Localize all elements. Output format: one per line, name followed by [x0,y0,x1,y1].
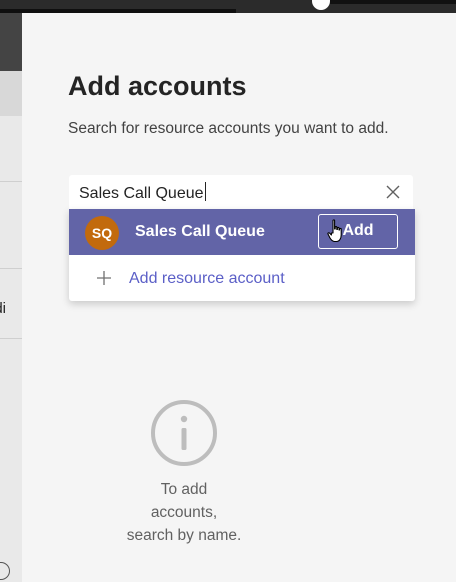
add-resource-account-button[interactable]: Add resource account [69,255,415,301]
add-accounts-panel: Add accounts Search for resource account… [22,13,456,582]
page-subtitle: Search for resource accounts you want to… [68,120,389,137]
result-name: Sales Call Queue [135,223,265,240]
search-result-item[interactable]: SQ Sales Call Queue Add [69,209,415,255]
hand-cursor-icon [327,219,342,243]
search-input[interactable]: Sales Call Queue [69,175,413,209]
text-caret [204,182,206,201]
add-resource-label: Add resource account [129,270,285,287]
empty-state-line: To add [160,481,208,498]
slider-knob[interactable] [312,0,330,10]
close-icon[interactable] [385,184,401,200]
avatar: SQ [85,216,119,250]
page-title: Add accounts [68,71,247,101]
search-results-dropdown: SQ Sales Call Queue Add Add resource acc… [69,209,415,301]
top-bar [0,0,456,13]
background-divider [0,268,22,269]
info-icon [151,400,217,466]
background-header [0,13,22,71]
background-row [0,71,22,116]
background-clipped-text: ddi [0,300,7,317]
background-page: ddi [0,13,22,582]
background-divider [0,181,22,182]
plus-icon [97,271,111,285]
empty-state-line: search by name. [126,527,242,544]
background-radio-icon [0,562,10,580]
empty-state-message: To add accounts, search by name. [106,478,262,547]
background-divider [0,338,22,339]
slider-track [330,0,456,4]
empty-state-line: accounts, [150,504,218,521]
search-input-value[interactable]: Sales Call Queue [79,182,206,203]
